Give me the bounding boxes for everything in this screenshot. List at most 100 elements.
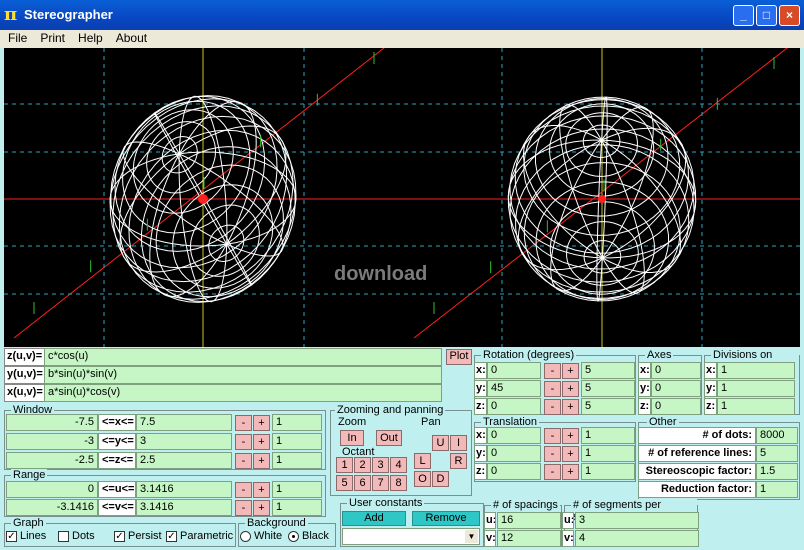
translation-x-minus-button[interactable]: - (544, 428, 561, 444)
rotation-y-minus-button[interactable]: - (544, 381, 561, 397)
range-v-max-field[interactable]: 3.1416 (136, 499, 232, 516)
window-y-minus-button[interactable]: - (235, 434, 252, 450)
segments-v-field[interactable]: 4 (575, 530, 699, 547)
lines-checkbox[interactable]: ✓ Lines (6, 530, 46, 542)
pan-i-button[interactable]: I (450, 435, 467, 451)
pan-l-button[interactable]: L (414, 453, 431, 469)
add-constant-button[interactable]: Add (342, 511, 406, 526)
window-y-max-field[interactable]: 3 (136, 433, 232, 450)
spacings-v-field[interactable]: 12 (497, 530, 561, 547)
translation-z-plus-button[interactable]: + (562, 464, 579, 480)
close-button[interactable]: × (779, 5, 800, 26)
menu-help[interactable]: Help (73, 30, 108, 46)
axes-y-field[interactable]: 0 (651, 380, 701, 397)
range-v-minus-button[interactable]: - (235, 500, 252, 516)
x-eq-field[interactable]: a*sin(u)*cos(v) (44, 384, 442, 402)
divisions-y-field[interactable]: 1 (717, 380, 795, 397)
menu-file[interactable]: File (3, 30, 32, 46)
window-z-step-field[interactable]: 1 (272, 452, 322, 469)
parametric-checkbox[interactable]: ✓ Parametric (166, 530, 233, 542)
translation-y-step-field[interactable]: 1 (581, 445, 635, 462)
axes-x-field[interactable]: 0 (651, 362, 701, 379)
rotation-z-plus-button[interactable]: + (562, 399, 579, 415)
rotation-x-field[interactable]: 0 (487, 362, 541, 379)
white-radio[interactable]: White (240, 530, 282, 542)
translation-y-minus-button[interactable]: - (544, 446, 561, 462)
zoom-in-button[interactable]: In (340, 430, 364, 446)
rotation-y-plus-button[interactable]: + (562, 381, 579, 397)
range-v-plus-button[interactable]: + (253, 500, 270, 516)
octant-3-button[interactable]: 3 (372, 457, 389, 473)
rotation-z-minus-button[interactable]: - (544, 399, 561, 415)
rotation-z-step-field[interactable]: 5 (581, 398, 635, 415)
range-v-min-field[interactable]: -3.1416 (6, 499, 98, 516)
window-z-plus-button[interactable]: + (253, 453, 270, 469)
octant-8-button[interactable]: 8 (390, 475, 407, 491)
octant-2-button[interactable]: 2 (354, 457, 371, 473)
range-u-min-field[interactable]: 0 (6, 481, 98, 498)
translation-y-field[interactable]: 0 (487, 445, 541, 462)
minimize-button[interactable]: _ (733, 5, 754, 26)
translation-z-step-field[interactable]: 1 (581, 463, 635, 480)
other-2-field[interactable]: 1.5 (756, 463, 798, 480)
other-3-field[interactable]: 1 (756, 481, 798, 498)
rotation-y-step-field[interactable]: 5 (581, 380, 635, 397)
translation-z-minus-button[interactable]: - (544, 464, 561, 480)
divisions-z-field[interactable]: 1 (717, 398, 795, 415)
rotation-x-plus-button[interactable]: + (562, 363, 579, 379)
zoom-out-button[interactable]: Out (376, 430, 402, 446)
range-u-minus-button[interactable]: - (235, 482, 252, 498)
spacings-u-field[interactable]: 16 (497, 512, 561, 529)
window-y-min-field[interactable]: -3 (6, 433, 98, 450)
range-u-step-field[interactable]: 1 (272, 481, 322, 498)
window-x-plus-button[interactable]: + (253, 415, 270, 431)
pan-r-button[interactable]: R (450, 453, 467, 469)
z-eq-field[interactable]: c*cos(u) (44, 348, 442, 366)
other-1-field[interactable]: 5 (756, 445, 798, 462)
window-x-step-field[interactable]: 1 (272, 414, 322, 431)
window-x-min-field[interactable]: -7.5 (6, 414, 98, 431)
pan-u-button[interactable]: U (432, 435, 449, 451)
other-0-field[interactable]: 8000 (756, 427, 798, 444)
octant-6-button[interactable]: 6 (354, 475, 371, 491)
stereo-canvas[interactable]: download (4, 32, 801, 347)
range-v-step-field[interactable]: 1 (272, 499, 322, 516)
axes-z-field[interactable]: 0 (651, 398, 701, 415)
range-u-plus-button[interactable]: + (253, 482, 270, 498)
window-y-plus-button[interactable]: + (253, 434, 270, 450)
segments-u-field[interactable]: 3 (575, 512, 699, 529)
persist-checkbox[interactable]: ✓ Persist (114, 530, 162, 542)
rotation-x-step-field[interactable]: 5 (581, 362, 635, 379)
dots-checkbox[interactable]: Dots (58, 530, 95, 542)
remove-constant-button[interactable]: Remove (412, 511, 480, 526)
divisions-x-field[interactable]: 1 (717, 362, 795, 379)
octant-4-button[interactable]: 4 (390, 457, 407, 473)
pan-d-button[interactable]: D (432, 471, 449, 487)
window-z-minus-button[interactable]: - (235, 453, 252, 469)
window-z-max-field[interactable]: 2.5 (136, 452, 232, 469)
pan-o-button[interactable]: O (414, 471, 431, 487)
menu-about[interactable]: About (111, 30, 152, 46)
translation-x-plus-button[interactable]: + (562, 428, 579, 444)
window-y-step-field[interactable]: 1 (272, 433, 322, 450)
translation-x-step-field[interactable]: 1 (581, 427, 635, 444)
octant-5-button[interactable]: 5 (336, 475, 353, 491)
octant-7-button[interactable]: 7 (372, 475, 389, 491)
translation-z-field[interactable]: 0 (487, 463, 541, 480)
y-eq-field[interactable]: b*sin(u)*sin(v) (44, 366, 442, 384)
maximize-button[interactable]: □ (756, 5, 777, 26)
window-x-minus-button[interactable]: - (235, 415, 252, 431)
plot-button[interactable]: Plot (446, 349, 472, 365)
window-z-min-field[interactable]: -2.5 (6, 452, 98, 469)
black-radio[interactable]: Black (288, 530, 329, 542)
octant-1-button[interactable]: 1 (336, 457, 353, 473)
window-x-max-field[interactable]: 7.5 (136, 414, 232, 431)
menu-print[interactable]: Print (35, 30, 70, 46)
constants-dropdown[interactable]: ▼ (342, 528, 480, 545)
translation-y-plus-button[interactable]: + (562, 446, 579, 462)
range-u-max-field[interactable]: 3.1416 (136, 481, 232, 498)
rotation-z-field[interactable]: 0 (487, 398, 541, 415)
rotation-y-field[interactable]: 45 (487, 380, 541, 397)
translation-x-field[interactable]: 0 (487, 427, 541, 444)
rotation-x-minus-button[interactable]: - (544, 363, 561, 379)
